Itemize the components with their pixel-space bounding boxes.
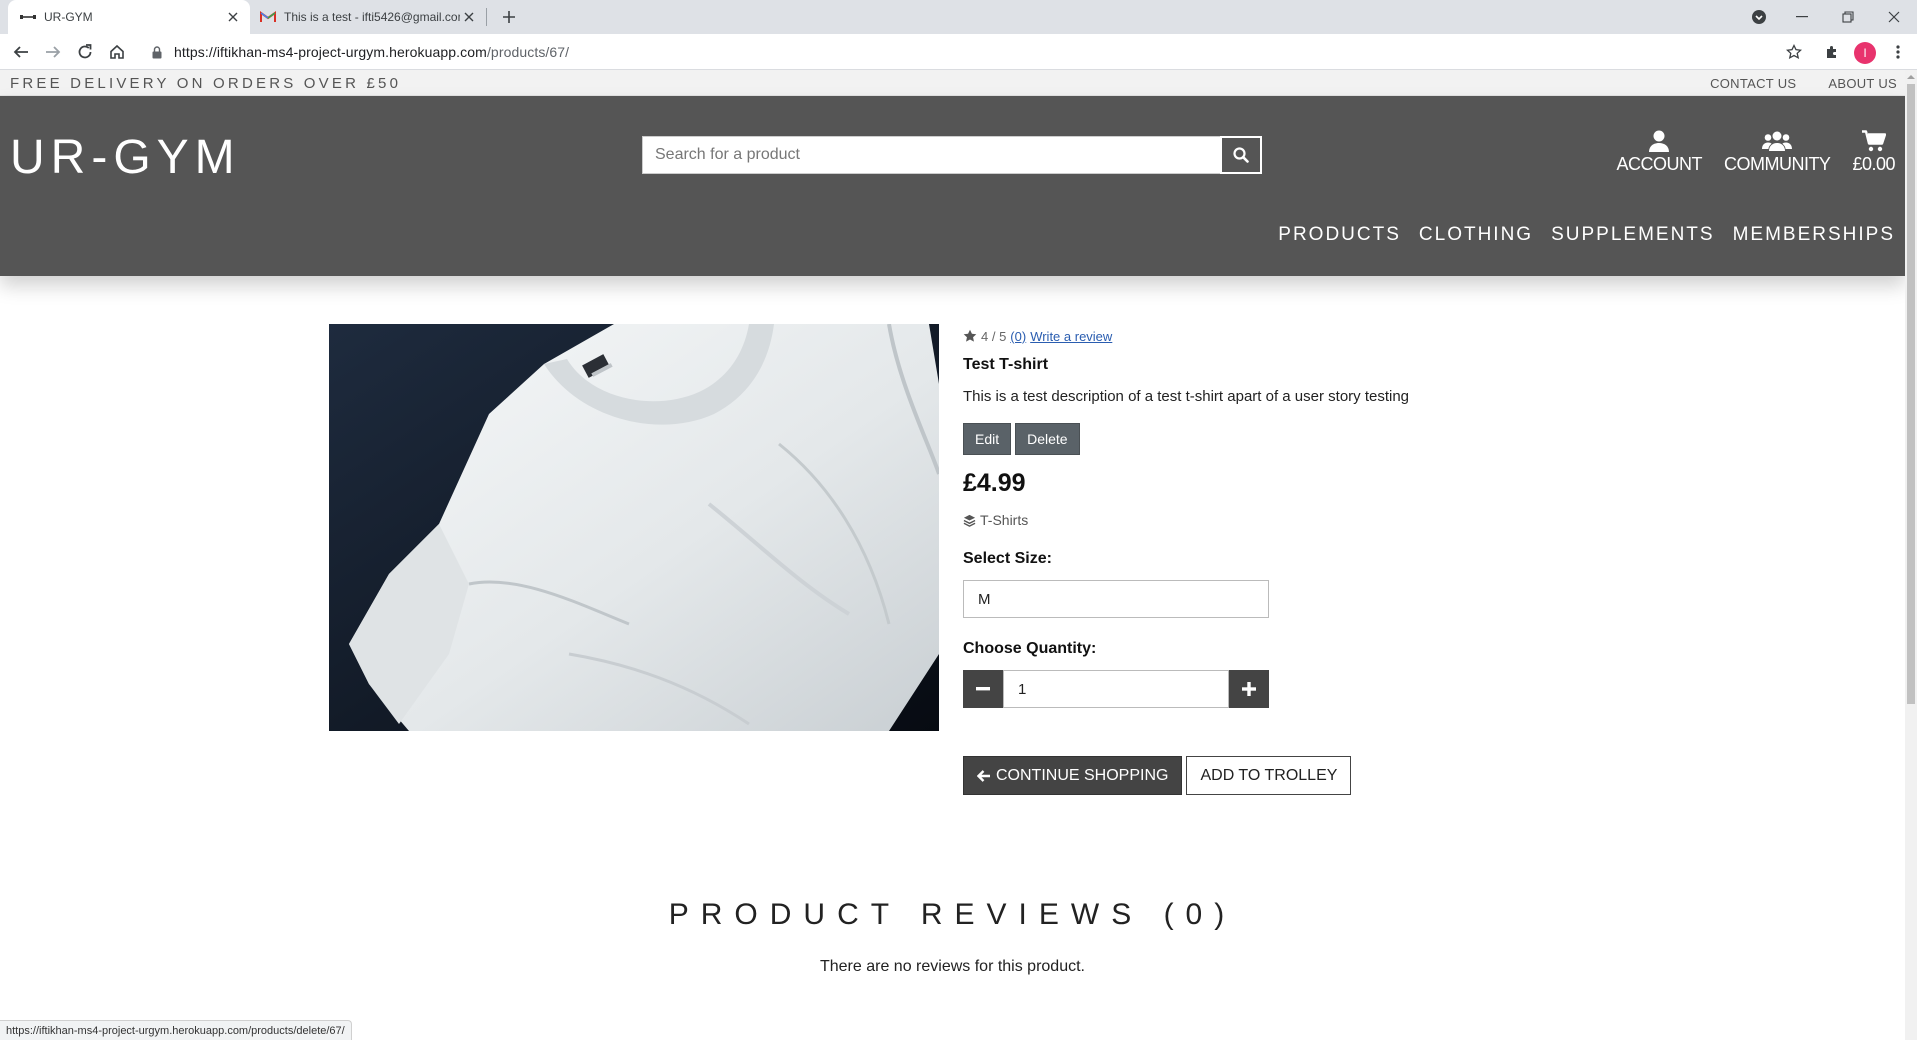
size-label: Select Size:: [963, 550, 1052, 567]
close-tab-icon[interactable]: [460, 8, 478, 26]
extensions-puzzle-icon[interactable]: [1820, 40, 1844, 64]
free-delivery-banner: FREE DELIVERY ON ORDERS OVER £50: [10, 75, 402, 92]
browser-tab-gmail[interactable]: This is a test - ifti5426@gmail.com: [252, 0, 486, 34]
product-price: £4.99: [963, 469, 1026, 497]
product-actions: CONTINUE SHOPPING ADD TO TROLLEY: [963, 756, 1563, 795]
search-button[interactable]: [1220, 136, 1262, 174]
quantity-input[interactable]: 1: [1003, 670, 1229, 708]
contact-us-link[interactable]: CONTACT US: [1710, 76, 1796, 91]
reload-icon[interactable]: [73, 40, 97, 64]
window-controls: [1739, 0, 1917, 34]
product-category[interactable]: T-Shirts: [963, 512, 1563, 528]
write-review-link[interactable]: Write a review: [1030, 329, 1112, 344]
url-host: https://iftikhan-ms4-project-urgym.herok…: [174, 44, 487, 60]
layers-icon: [963, 514, 976, 527]
new-tab-icon[interactable]: [498, 6, 520, 28]
arrow-left-icon: [977, 769, 990, 782]
profile-avatar[interactable]: I: [1854, 42, 1876, 64]
account-link[interactable]: ACCOUNT: [1616, 130, 1702, 175]
community-label: COMMUNITY: [1723, 154, 1831, 174]
page-scrollbar[interactable]: [1905, 70, 1917, 1040]
trolley-total: £0.00: [1852, 154, 1895, 174]
reviews-heading: PRODUCT REVIEWS (0): [668, 898, 1237, 931]
users-icon: [1762, 131, 1793, 151]
nav-products[interactable]: PRODUCTS: [1278, 224, 1401, 246]
scrollbar-thumb[interactable]: [1907, 84, 1915, 704]
admin-actions: Edit Delete: [963, 423, 1563, 455]
product-details: 4 / 5 (0) Write a review Test T-shirt Th…: [963, 326, 1563, 795]
category-label: T-Shirts: [980, 512, 1029, 528]
main-navigation: PRODUCTS CLOTHING SUPPLEMENTS MEMBERSHIP…: [1278, 224, 1895, 246]
header-icons: ACCOUNT COMMUNITY £0.00: [1616, 130, 1895, 175]
gmail-icon: [260, 9, 276, 25]
top-links: CONTACT US ABOUT US: [1710, 76, 1897, 91]
minus-icon: [976, 687, 990, 691]
plus-icon: [1242, 682, 1256, 696]
site-favicon-icon: [20, 9, 36, 25]
search-input[interactable]: [642, 136, 1220, 174]
shopping-cart-icon: [1861, 130, 1886, 152]
search-icon: [1233, 147, 1249, 163]
tab-title: This is a test - ifti5426@gmail.com: [284, 10, 460, 24]
close-window-icon[interactable]: [1871, 0, 1917, 34]
community-link[interactable]: COMMUNITY: [1724, 130, 1831, 175]
decrement-button[interactable]: [963, 670, 1003, 708]
tab-divider: [486, 8, 487, 26]
product-name: Test T-shirt: [963, 356, 1049, 373]
account-label: ACCOUNT: [1616, 154, 1702, 174]
url-text: https://iftikhan-ms4-project-urgym.herok…: [174, 44, 569, 60]
home-icon[interactable]: [105, 40, 129, 64]
nav-memberships[interactable]: MEMBERSHIPS: [1733, 224, 1895, 246]
site-logo[interactable]: UR-GYM: [10, 130, 241, 185]
delete-button[interactable]: Delete: [1015, 423, 1080, 455]
product-search: [642, 136, 1262, 174]
tab-title: UR-GYM: [44, 10, 93, 24]
trolley-link[interactable]: £0.00: [1852, 130, 1895, 175]
scroll-up-icon[interactable]: [1907, 73, 1915, 81]
bookmark-star-icon[interactable]: [1782, 40, 1806, 64]
add-to-trolley-button[interactable]: ADD TO TROLLEY: [1186, 756, 1352, 795]
top-announcement-bar: FREE DELIVERY ON ORDERS OVER £50 CONTACT…: [0, 70, 1905, 96]
web-page: FREE DELIVERY ON ORDERS OVER £50 CONTACT…: [0, 70, 1905, 1040]
quantity-label: Choose Quantity:: [963, 640, 1097, 657]
browser-tab-urgym[interactable]: UR-GYM: [8, 0, 250, 34]
url-path: /products/67/: [486, 44, 570, 60]
continue-shopping-button[interactable]: CONTINUE SHOPPING: [963, 756, 1183, 795]
edit-button[interactable]: Edit: [963, 423, 1012, 455]
about-us-link[interactable]: ABOUT US: [1828, 76, 1897, 91]
increment-button[interactable]: [1229, 670, 1269, 708]
minimize-icon[interactable]: [1779, 0, 1825, 34]
product-image: [329, 324, 939, 731]
review-count-link[interactable]: (0): [1010, 329, 1026, 344]
rating-value: 4 / 5: [981, 328, 1007, 344]
browser-tab-strip: UR-GYM This is a test - ifti5426@gmail.c…: [0, 0, 1917, 34]
user-icon: [1649, 130, 1670, 152]
link-status-bar: https://iftikhan-ms4-project-urgym.herok…: [0, 1020, 352, 1040]
product-description: This is a test description of a test t-s…: [963, 388, 1410, 405]
browser-toolbar: https://iftikhan-ms4-project-urgym.herok…: [0, 34, 1917, 70]
star-icon: [963, 329, 977, 342]
continue-shopping-label: CONTINUE SHOPPING: [996, 766, 1169, 784]
tab-search-icon[interactable]: [1739, 0, 1779, 34]
close-tab-icon[interactable]: [224, 8, 242, 26]
product-rating: 4 / 5 (0) Write a review: [963, 326, 1563, 346]
nav-supplements[interactable]: SUPPLEMENTS: [1551, 224, 1714, 246]
nav-clothing[interactable]: CLOTHING: [1419, 224, 1533, 246]
lock-icon[interactable]: [152, 45, 166, 59]
restore-icon[interactable]: [1825, 0, 1871, 34]
size-select[interactable]: M: [963, 580, 1269, 618]
quantity-stepper: 1: [963, 670, 1269, 708]
address-bar[interactable]: https://iftikhan-ms4-project-urgym.herok…: [140, 38, 1780, 66]
back-arrow-icon[interactable]: [9, 40, 33, 64]
forward-arrow-icon[interactable]: [41, 40, 65, 64]
browser-menu-icon[interactable]: [1886, 40, 1910, 64]
no-reviews-message: There are no reviews for this product.: [819, 958, 1085, 975]
main-header: UR-GYM ACCOUNT COMMUNITY £0.00 PRODUCTS: [0, 96, 1905, 276]
